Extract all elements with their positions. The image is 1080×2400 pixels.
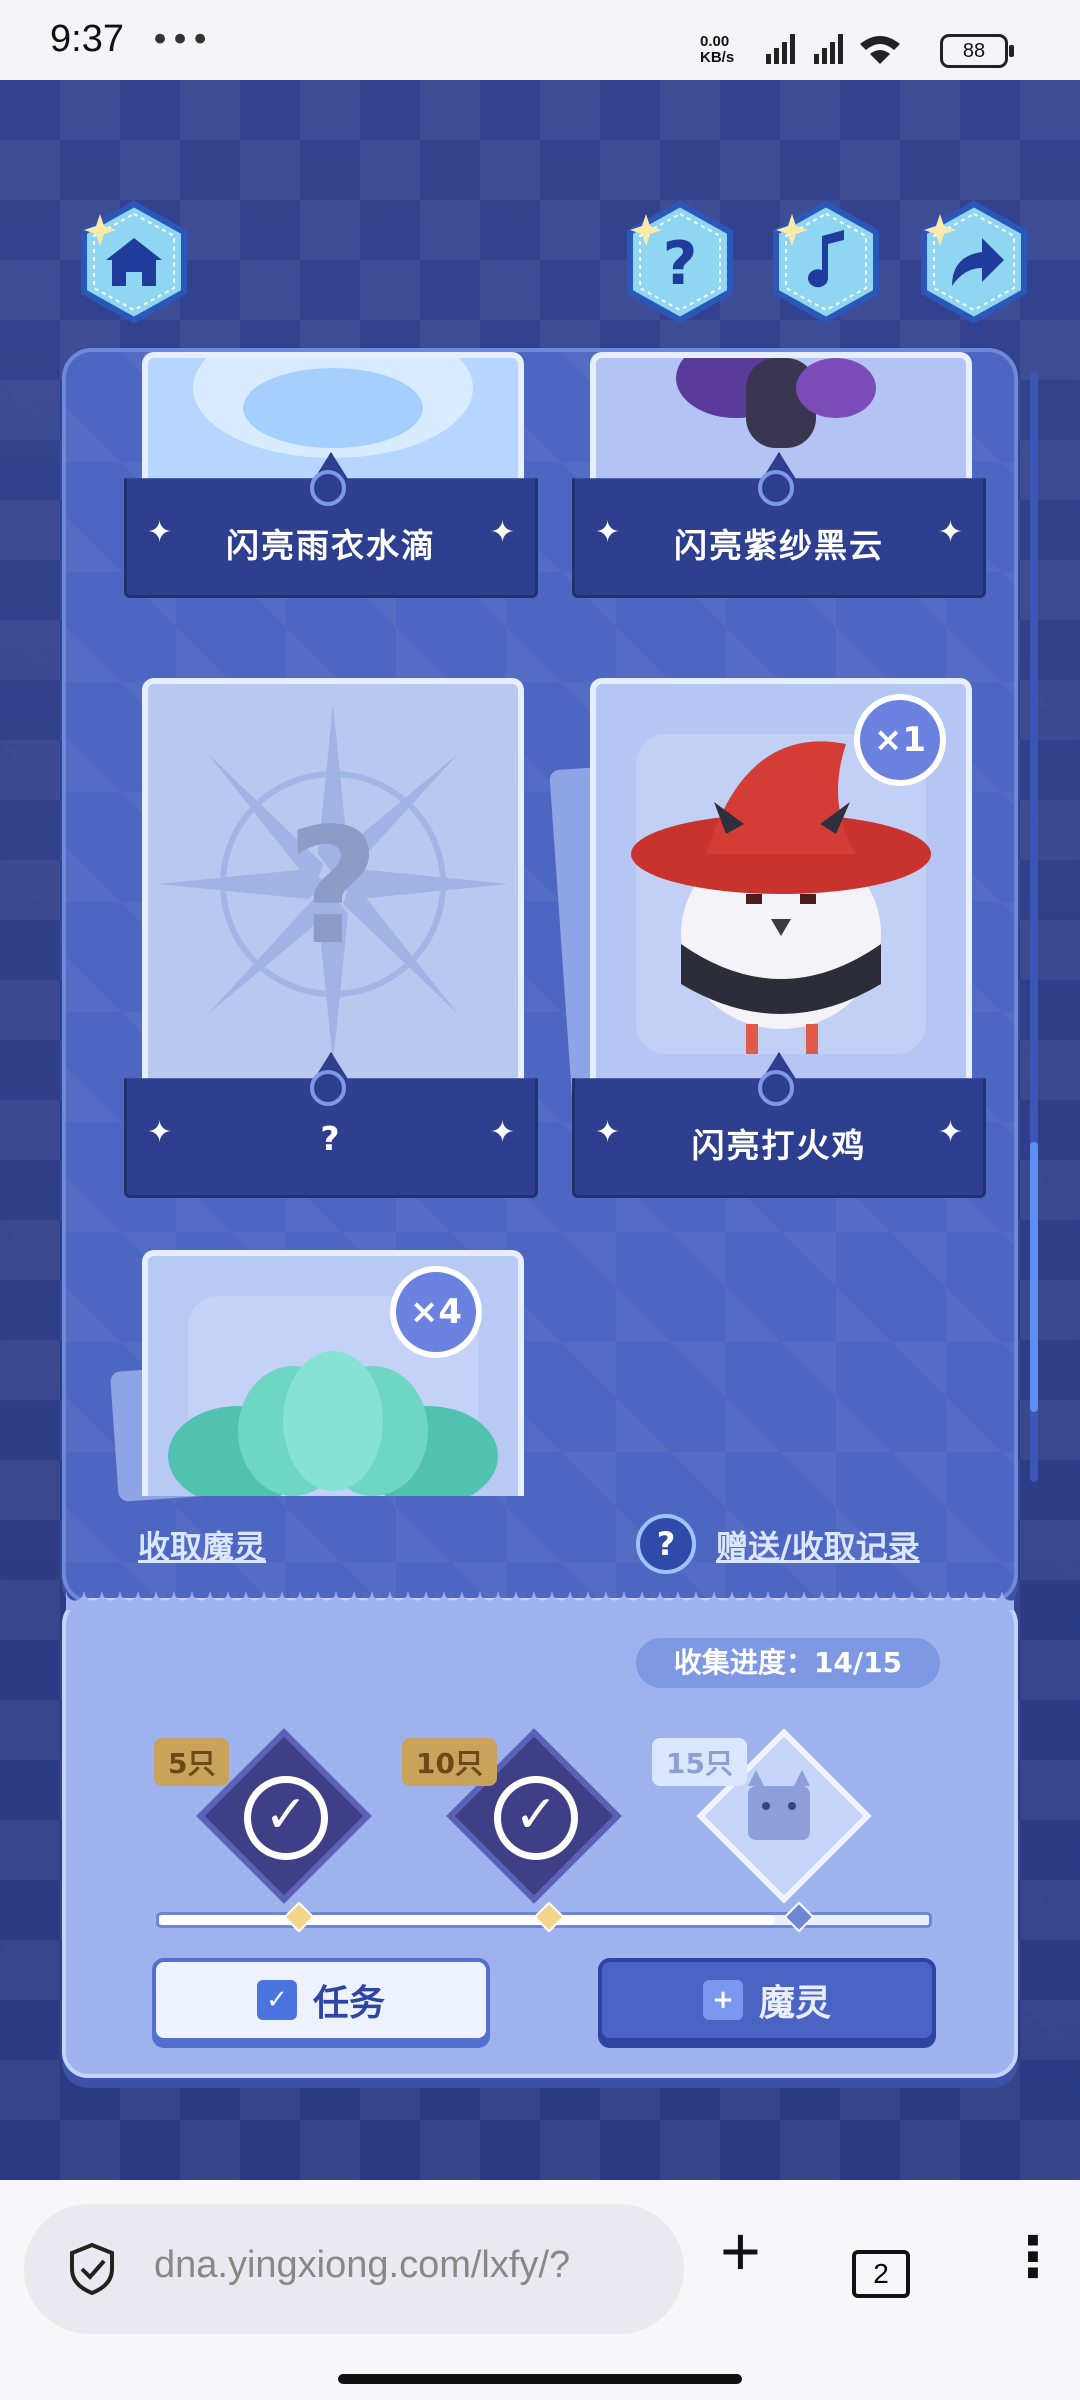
milestone-tag: 10只 <box>402 1738 497 1786</box>
task-button-label: 任务 <box>312 1983 385 2024</box>
more-menu-button[interactable]: ⋮ <box>1005 2228 1061 2288</box>
help-button[interactable]: ? <box>618 200 742 324</box>
card-knob <box>310 1070 346 1106</box>
shield-check-icon[interactable] <box>64 2241 120 2297</box>
spirit-button-label: 魔灵 <box>758 1983 831 2024</box>
status-dots: ••• <box>150 20 211 60</box>
card-name: 闪亮雨衣水滴 <box>226 526 436 565</box>
progress-fill <box>159 1915 775 1925</box>
task-button[interactable]: ✓ 任务 <box>152 1958 490 2042</box>
card-name: ? <box>320 1119 342 1158</box>
task-doc-icon: ✓ <box>256 1980 297 2020</box>
sparkle-icon: ✦ <box>489 1115 515 1150</box>
status-time: 9:37 <box>50 18 124 60</box>
spirit-card[interactable]: ×1 ✦ 闪亮打火鸡 ✦ <box>549 678 986 1208</box>
card-name: 闪亮打火鸡 <box>691 1126 867 1165</box>
collection-panel: ✦ 闪亮雨衣水滴 ✦ ✦ 闪亮紫纱黑云 ✦ ? ✦ ? ✦ ×1 ✦ 闪亮打火鸡… <box>62 348 1018 1604</box>
svg-text:?: ? <box>663 229 698 299</box>
ticket-edge <box>66 1592 1014 1610</box>
home-icon <box>81 200 187 324</box>
progress-label: 收集进度： <box>673 1646 814 1679</box>
new-tab-button[interactable]: + <box>720 2216 761 2286</box>
question-icon: ? <box>627 200 733 324</box>
home-indicator[interactable] <box>338 2374 742 2384</box>
share-arrow-icon <box>921 200 1027 324</box>
progress-value: 14/15 <box>813 1646 903 1679</box>
card-knob <box>758 1070 794 1106</box>
card-knob <box>758 470 794 506</box>
url-text[interactable]: dna.yingxiong.com/lxfy/? <box>154 2244 674 2287</box>
music-note-icon <box>773 200 879 324</box>
scrollbar-thumb[interactable] <box>1030 1142 1038 1412</box>
signal-wifi-icons <box>760 30 930 73</box>
collection-progress-label: 收集进度：14/15 <box>636 1638 940 1688</box>
home-button[interactable] <box>72 200 196 324</box>
locked-question-art: ? <box>158 704 508 1064</box>
check-icon: ✓ <box>244 1776 328 1860</box>
net-speed-unit: KB/s <box>700 49 735 66</box>
gift-history-link[interactable]: 赠送/收取记录 <box>716 1522 920 1568</box>
check-icon: ✓ <box>494 1776 578 1860</box>
spirit-card[interactable]: ✦ 闪亮雨衣水滴 ✦ <box>124 352 538 632</box>
signal-icon <box>766 34 900 64</box>
spirit-button[interactable]: + 魔灵 <box>598 1958 936 2042</box>
battery-indicator: 88 <box>940 34 1014 68</box>
collect-spirit-link[interactable]: 收取魔灵 <box>138 1522 266 1568</box>
spirit-card[interactable]: ×4 <box>109 1250 532 1502</box>
spirit-card[interactable]: ✦ 闪亮紫纱黑云 ✦ <box>572 352 986 632</box>
milestone-tag: 15只 <box>652 1738 747 1786</box>
card-knob <box>310 470 346 506</box>
card-art: ? <box>142 678 524 1084</box>
status-bar: 9:37 ••• 0.00 KB/s 88 <box>0 0 1080 80</box>
wifi-icon <box>860 36 900 64</box>
music-button[interactable] <box>764 200 888 324</box>
net-speed-value: 0.00 <box>700 33 730 50</box>
card-name: 闪亮紫纱黑云 <box>674 526 884 565</box>
net-speed: 0.00 KB/s <box>700 34 734 66</box>
sparkle-icon: ✦ <box>937 515 963 550</box>
folder-add-icon: + <box>702 1980 743 2020</box>
count-badge: ×1 <box>854 694 946 786</box>
sparkle-icon: ✦ <box>489 515 515 550</box>
collection-progress-panel: 收集进度：14/15 ✓ 5只 ✓ 10只 15只 ✓ 任务 + 魔灵 <box>62 1592 1018 2078</box>
milestone-tag: 5只 <box>154 1738 230 1786</box>
sparkle-icon: ✦ <box>937 1115 963 1150</box>
browser-toolbar: dna.yingxiong.com/lxfy/? + 2 ⋮ <box>0 2180 1080 2400</box>
history-help-icon[interactable]: ? <box>636 1514 696 1574</box>
count-badge: ×4 <box>390 1266 482 1358</box>
svg-text:?: ? <box>287 793 380 980</box>
share-button[interactable] <box>912 200 1036 324</box>
tab-switcher-button[interactable]: 2 <box>852 2250 910 2298</box>
address-bar[interactable]: dna.yingxiong.com/lxfy/? <box>24 2204 684 2334</box>
spirit-card-unknown[interactable]: ? ✦ ? ✦ <box>124 678 538 1208</box>
